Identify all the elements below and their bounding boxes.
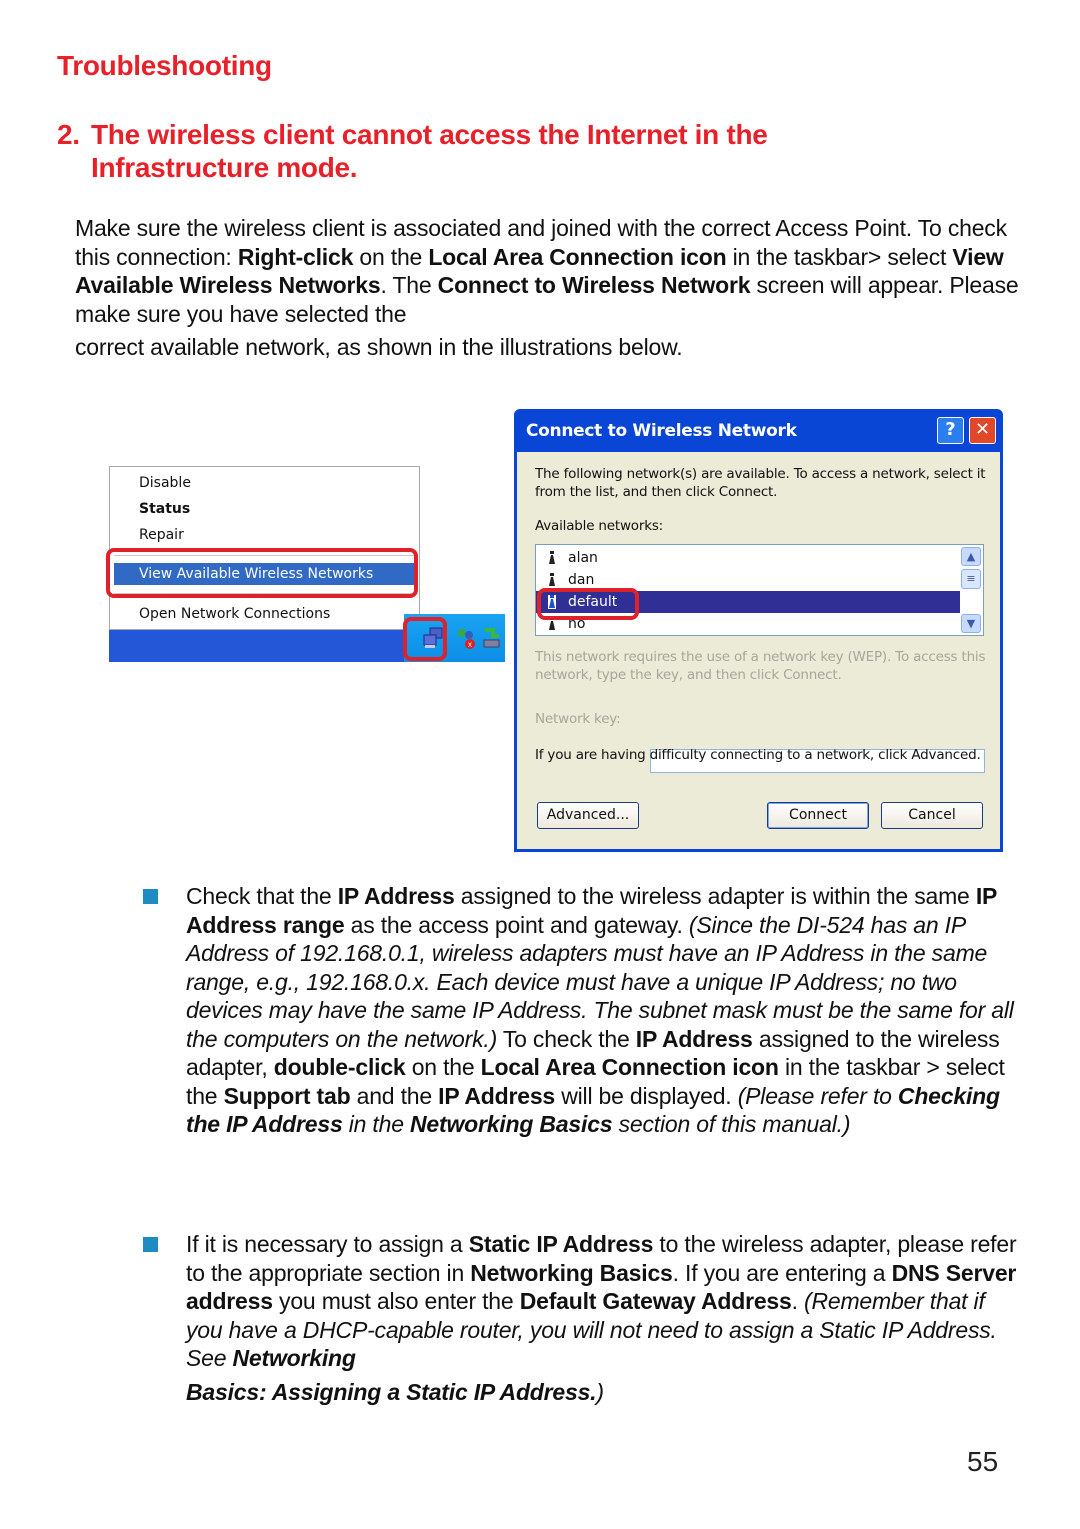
dialog-title: Connect to Wireless Network <box>526 421 797 441</box>
bullet-text-span: on the <box>405 1054 481 1080</box>
intro-bold: Local Area Connection icon <box>428 243 727 270</box>
bullet-square-icon <box>143 1237 158 1252</box>
network-key-label: Network key: <box>535 711 621 727</box>
menu-highlight-box <box>106 548 418 598</box>
bullet-text: Check that the IP Address assigned to th… <box>186 882 1023 1139</box>
bullet-text-span: as the access point and gateway. <box>344 911 689 938</box>
bullet-bold-italic: Networking <box>232 1345 356 1371</box>
bullet-bold: Networking Basics <box>470 1259 673 1286</box>
bullet-ip-address-range: Check that the IP Address assigned to th… <box>143 882 1023 1139</box>
dialog-titlebar[interactable]: Connect to Wireless Network ? ✕ <box>517 409 1000 452</box>
available-networks-label: Available networks: <box>535 518 664 534</box>
intro-bold: Right-click <box>237 243 354 270</box>
svg-text:x: x <box>468 640 472 649</box>
bullet-bold: Static IP Address <box>468 1231 654 1257</box>
menu-item-open-network-connections[interactable]: Open Network Connections <box>139 603 330 625</box>
bullet-italic: in the <box>342 1111 410 1137</box>
advanced-button[interactable]: Advanced... <box>537 802 639 829</box>
troubleshooting-heading: 2. The wireless client cannot access the … <box>57 118 957 184</box>
bullet-bold-italic: Basics: Assigning a Static IP Address. <box>186 1378 597 1405</box>
connect-wireless-dialog: Connect to Wireless Network ? ✕ The foll… <box>514 409 1003 852</box>
network-item-alan[interactable]: alan <box>536 547 960 569</box>
bullet-bold: double-click <box>273 1054 406 1080</box>
dialog-description: The following network(s) are available. … <box>535 466 986 500</box>
heading-line-2: Infrastructure mode. <box>91 152 358 183</box>
heading-line-1: The wireless client cannot access the In… <box>91 119 768 150</box>
page-number: 55 <box>967 1446 999 1477</box>
menu-item-repair[interactable]: Repair <box>139 524 184 546</box>
bullet-text-span: Check that the <box>186 883 338 909</box>
intro-text: in the taskbar> select <box>726 243 953 270</box>
menu-item-status[interactable]: Status <box>139 498 190 520</box>
cancel-button[interactable]: Cancel <box>881 802 983 829</box>
wireless-network-icon <box>549 551 555 564</box>
bullet-bold: IP Address <box>438 1082 556 1109</box>
intro-text: on the <box>353 243 429 270</box>
intro-paragraph: Make sure the wireless client is associa… <box>75 214 1020 362</box>
bullet-bold-italic: Networking Basics <box>410 1111 613 1137</box>
close-button[interactable]: ✕ <box>969 417 996 444</box>
network-name: dan <box>568 572 595 588</box>
intro-text: . The <box>380 272 438 298</box>
wireless-network-icon <box>549 573 555 586</box>
bullet-text-span: assigned to the wireless adapter is with… <box>454 883 976 909</box>
bullet-italic: ) <box>596 1378 604 1405</box>
intro-text: correct available network, as shown in t… <box>75 334 683 360</box>
bullet-text-span: . If you are entering a <box>672 1259 892 1286</box>
dialog-body: The following network(s) are available. … <box>517 452 1000 849</box>
bullet-bold: IP Address <box>337 883 455 909</box>
connect-button[interactable]: Connect <box>767 802 869 829</box>
heading-number: 2. <box>57 119 80 150</box>
bullet-italic: (Please refer to <box>737 1082 898 1109</box>
network-list-scrollbar[interactable]: ▲ ≡ ▼ <box>961 547 981 633</box>
taskbar <box>109 630 409 662</box>
safely-remove-hardware-icon[interactable] <box>479 626 503 650</box>
intro-bold: Connect to Wireless Network <box>437 272 751 298</box>
bullet-text-span: If it is necessary to assign a <box>186 1231 469 1257</box>
network-name: alan <box>568 550 598 566</box>
messenger-icon[interactable]: x <box>454 626 478 650</box>
bullet-bold: Default Gateway Address <box>519 1288 792 1314</box>
bullet-text-span: will be displayed. <box>555 1082 738 1109</box>
bullet-text-span: and the <box>350 1082 439 1109</box>
menu-item-disable[interactable]: Disable <box>139 472 191 494</box>
context-menu-illustration: Disable Status Repair View Available Wir… <box>106 466 505 662</box>
bullet-italic: section of this manual.) <box>612 1111 851 1137</box>
bullet-square-icon <box>143 889 158 904</box>
bullet-text-span: . <box>791 1288 804 1314</box>
tray-icon-highlight-box <box>403 617 447 661</box>
advanced-note-text: If you are having difficulty connecting … <box>535 747 981 763</box>
bullet-bold: Support tab <box>223 1082 351 1109</box>
scroll-up-arrow-icon[interactable]: ▲ <box>961 547 981 566</box>
bullet-static-ip-address: If it is necessary to assign a Static IP… <box>143 1230 1023 1406</box>
wep-note: This network requires the use of a netwo… <box>535 649 986 683</box>
bullet-bold: IP Address <box>635 1025 753 1052</box>
scroll-thumb[interactable]: ≡ <box>961 569 981 589</box>
bullet-text-span: To check the <box>497 1025 636 1052</box>
network-highlight-box <box>537 588 639 620</box>
help-button[interactable]: ? <box>937 417 964 444</box>
section-title: Troubleshooting <box>57 50 272 81</box>
bullet-text-span: you must also enter the <box>272 1288 520 1314</box>
scroll-down-arrow-icon[interactable]: ▼ <box>961 614 981 633</box>
bullet-text: If it is necessary to assign a Static IP… <box>186 1230 1023 1406</box>
bullet-bold: Local Area Connection icon <box>480 1054 779 1080</box>
